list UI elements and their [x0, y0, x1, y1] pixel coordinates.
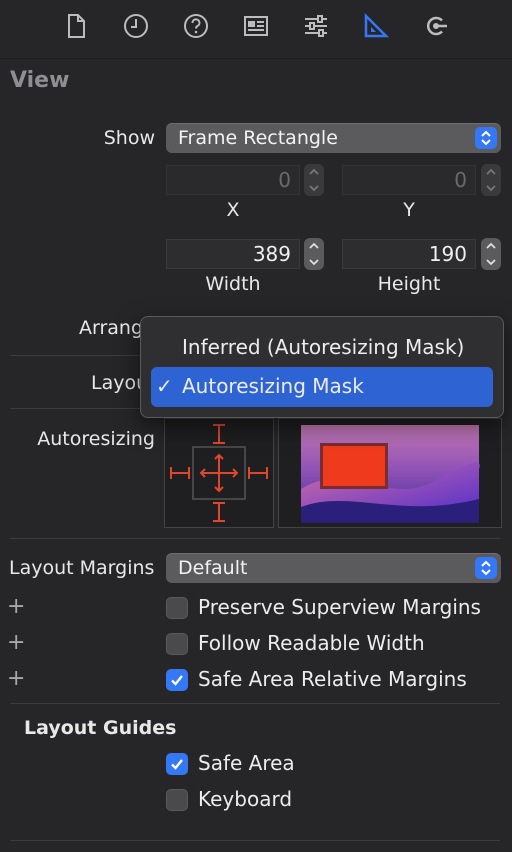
safe-area-relative-margins-label: Safe Area Relative Margins [198, 667, 467, 691]
id-card-icon [242, 12, 270, 44]
x-label: X [226, 199, 240, 221]
add-variation-button[interactable]: + [7, 594, 25, 619]
checkmark-icon: ✓ [156, 374, 173, 398]
y-field[interactable]: 0 [342, 165, 476, 195]
keyboard-label: Keyboard [198, 787, 293, 811]
checkmark-icon [171, 675, 183, 686]
height-field[interactable]: 190 [342, 239, 476, 269]
connection-arrow-icon [422, 12, 450, 44]
layout-guides-title: Layout Guides [24, 717, 177, 739]
history-inspector-tab[interactable] [120, 12, 152, 44]
layout-margins-value: Default [178, 557, 248, 579]
attributes-inspector-tab[interactable] [300, 12, 332, 44]
sliders-icon [302, 12, 330, 44]
chevron-up-icon [309, 168, 319, 175]
chevron-down-icon [486, 185, 496, 192]
menu-item-autoresizing-mask[interactable]: ✓ Autoresizing Mask [151, 367, 493, 407]
layout-dropdown-menu: Inferred (Autoresizing Mask) ✓ Autoresiz… [140, 316, 504, 418]
checkmark-icon [171, 759, 183, 770]
preserve-superview-margins-label: Preserve Superview Margins [198, 595, 481, 619]
chevron-down-icon [486, 259, 496, 266]
add-variation-button[interactable]: + [7, 630, 25, 655]
show-popup[interactable]: Frame Rectangle [166, 123, 501, 153]
safe-area-label: Safe Area [198, 751, 295, 775]
divider [10, 703, 500, 704]
menu-item-label: Autoresizing Mask [182, 374, 364, 398]
add-variation-button[interactable]: + [7, 666, 25, 691]
divider [0, 58, 512, 59]
layout-margins-label: Layout Margins [9, 557, 155, 579]
follow-readable-width-checkbox[interactable] [166, 633, 188, 655]
preserve-superview-margins-checkbox[interactable] [166, 597, 188, 619]
width-label: Width [205, 273, 261, 295]
x-stepper[interactable] [304, 164, 324, 196]
chevron-up-icon [486, 242, 496, 249]
y-stepper[interactable] [481, 164, 501, 196]
section-title-view: View [10, 68, 70, 93]
chevron-up-down-icon [475, 127, 497, 149]
chevron-up-icon [309, 242, 319, 249]
y-label: Y [403, 199, 415, 221]
width-field[interactable]: 389 [166, 239, 300, 269]
autoresizing-preview-image [301, 425, 480, 523]
follow-readable-width-label: Follow Readable Width [198, 631, 425, 655]
question-circle-icon [182, 12, 210, 44]
chevron-up-icon [486, 168, 496, 175]
height-label: Height [377, 273, 441, 295]
chevron-down-icon [309, 185, 319, 192]
safe-area-checkbox[interactable] [166, 753, 188, 775]
show-label: Show [103, 127, 155, 149]
autoresizing-label: Autoresizing [37, 428, 155, 450]
show-popup-value: Frame Rectangle [178, 127, 338, 149]
menu-item-inferred-autoresizing-mask[interactable]: Inferred (Autoresizing Mask) [182, 335, 464, 359]
divider [10, 840, 500, 841]
inspector-tab-bar [0, 0, 512, 58]
keyboard-checkbox[interactable] [166, 789, 188, 811]
size-inspector-tab[interactable] [360, 12, 392, 44]
height-stepper[interactable] [481, 238, 501, 270]
chevron-down-icon [309, 259, 319, 266]
safe-area-relative-margins-checkbox[interactable] [166, 669, 188, 691]
autoresizing-springs-struts-icon [170, 424, 268, 522]
divider [10, 538, 500, 539]
autoresizing-preview [278, 418, 502, 528]
autoresizing-mask-editor[interactable] [164, 418, 274, 528]
file-inspector-tab[interactable] [60, 12, 92, 44]
x-field[interactable]: 0 [166, 165, 300, 195]
ruler-triangle-icon [362, 12, 390, 44]
quick-help-inspector-tab[interactable] [180, 12, 212, 44]
identity-inspector-tab[interactable] [240, 12, 272, 44]
document-icon [62, 12, 90, 44]
width-stepper[interactable] [304, 238, 324, 270]
connections-inspector-tab[interactable] [420, 12, 452, 44]
layout-margins-popup[interactable]: Default [166, 553, 501, 583]
chevron-up-down-icon [475, 557, 497, 579]
clock-icon [122, 12, 150, 44]
